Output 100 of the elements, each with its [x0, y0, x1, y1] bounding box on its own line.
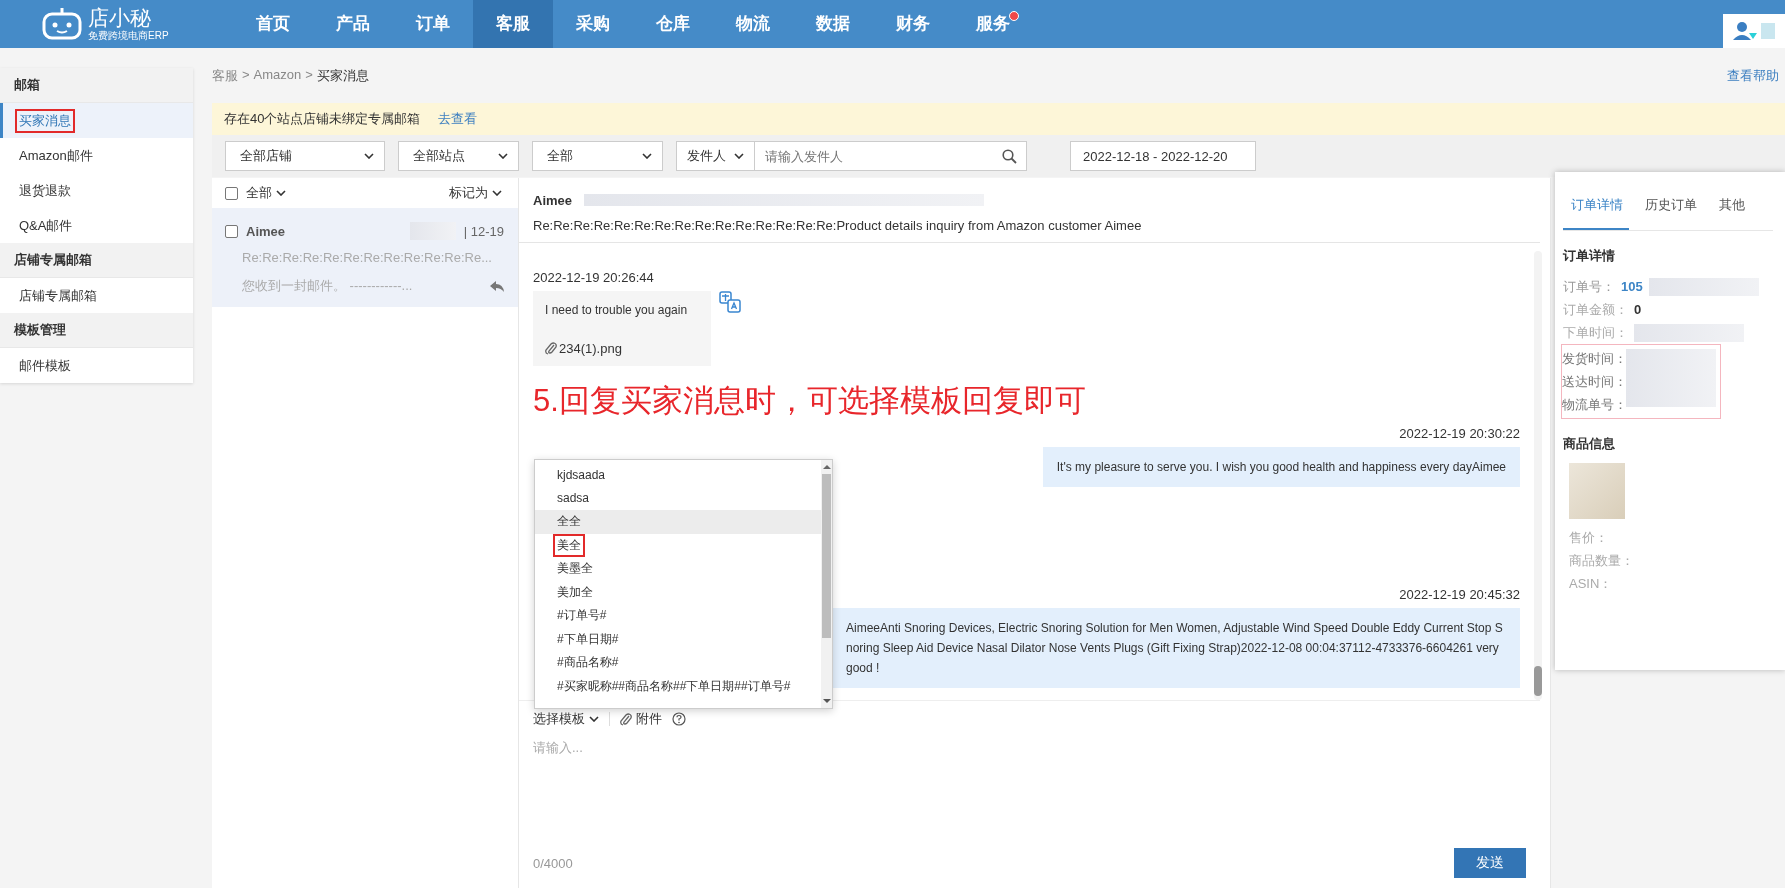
paperclip-icon [545, 342, 557, 355]
field-label: 下单时间： [1563, 323, 1628, 342]
user-menu[interactable] [1723, 14, 1785, 48]
template-option-label: 美墨全 [556, 560, 594, 578]
template-option-label: #订单号# [556, 607, 608, 625]
message-time: 2022-12-19 20:26:44 [533, 270, 655, 285]
sidebar-item-label: 买家消息 [15, 108, 75, 133]
template-option[interactable]: sadsa [535, 486, 821, 510]
help-link[interactable]: 查看帮助 [1727, 66, 1779, 85]
mail-sender: Aimee [246, 223, 287, 239]
sidebar-section-title: 模板管理 [0, 313, 193, 348]
nav-tab[interactable]: 数据 [793, 0, 873, 48]
sidebar-item[interactable]: 邮件模板 [0, 348, 193, 383]
nav-tab[interactable]: 物流 [713, 0, 793, 48]
breadcrumb-separator: > [242, 66, 250, 84]
template-option-label: sadsa [556, 490, 591, 508]
template-option[interactable]: #下单日期# [535, 627, 821, 651]
template-option-label: 美全 [553, 533, 585, 557]
sidebar-item[interactable]: 店铺专属邮箱 [0, 278, 193, 313]
conversation-sender: Aimee [533, 192, 573, 208]
sidebar-item[interactable]: 买家消息 [0, 103, 193, 138]
filter-select[interactable]: 全部站点 [398, 141, 519, 171]
nav-tab[interactable]: 财务 [873, 0, 953, 48]
template-option[interactable]: kjdsaada [535, 463, 821, 487]
chevron-down-icon [642, 153, 652, 159]
sidebar-item-label: 店铺专属邮箱 [18, 286, 98, 305]
template-option-label: #下单日期# [556, 630, 620, 648]
select-all-dropdown[interactable]: 全部 [246, 184, 286, 202]
template-option[interactable]: 美墨全 [535, 557, 821, 581]
order-tab[interactable]: 其他 [1711, 196, 1751, 230]
character-count: 0/4000 [533, 855, 573, 871]
field-label: 发货时间： [1562, 349, 1627, 368]
sidebar-item[interactable]: Amazon邮件 [0, 138, 193, 173]
date-range-field[interactable]: 2022-12-18 - 2022-12-20 [1070, 141, 1256, 171]
nav-tab[interactable]: 订单 [393, 0, 473, 48]
message-time: 2022-12-19 20:30:22 [1399, 426, 1520, 441]
scrollbar[interactable] [1534, 251, 1542, 700]
nav-tab[interactable]: 产品 [313, 0, 393, 48]
checkbox[interactable] [225, 224, 238, 238]
nav-tab[interactable]: 仓库 [633, 0, 713, 48]
mark-as-dropdown[interactable]: 标记为 [449, 184, 502, 202]
template-dropdown[interactable]: 选择模板 [533, 710, 599, 728]
field-label: ASIN： [1568, 575, 1614, 593]
template-option[interactable]: 美全 [535, 533, 821, 557]
nav-tab[interactable]: 首页 [233, 0, 313, 48]
sidebar-item-label: 退货退款 [18, 181, 72, 200]
breadcrumb-separator: > [305, 66, 313, 84]
checkbox[interactable] [225, 186, 238, 200]
field-label: 送达时间： [1562, 372, 1627, 391]
field-label: 订单号： [1563, 277, 1615, 296]
message-bubble: It's my pleasure to serve you. I wish you good health and happiness every dayAimee [1042, 447, 1520, 487]
template-option[interactable]: #订单号# [535, 604, 821, 628]
translate-icon[interactable] [719, 291, 741, 313]
chevron-down-icon [734, 153, 744, 159]
chevron-down-icon [498, 153, 508, 159]
nav-tab[interactable]: 客服 [473, 0, 553, 48]
section-title: 商品信息 [1563, 435, 1616, 453]
reply-icon [490, 280, 504, 292]
attachment-link[interactable]: 234(1).png [545, 341, 699, 356]
message-time: 2022-12-19 20:45:32 [1399, 587, 1520, 602]
order-number-link[interactable]: 105 [1621, 279, 1643, 294]
template-option-label: 美加全 [556, 583, 594, 601]
sidebar-item[interactable]: Q&A邮件 [0, 208, 193, 243]
scroll-down-arrow-icon[interactable] [822, 698, 831, 704]
send-button[interactable]: 发送 [1454, 848, 1526, 878]
annotation-text: 5.回复买家消息时，可选择模板回复即可 [533, 382, 1087, 420]
template-option-label: kjdsaada [556, 466, 607, 484]
nav-tab[interactable]: 采购 [553, 0, 633, 48]
template-option[interactable]: 美加全 [535, 580, 821, 604]
scrollbar[interactable] [821, 460, 832, 708]
message-text: I need to trouble you again [545, 303, 689, 317]
filter-select[interactable]: 全部 [532, 141, 663, 171]
attach-button[interactable]: 附件 [620, 710, 662, 728]
nav-tab[interactable]: 服务 [953, 0, 1033, 48]
template-option[interactable]: #商品名称# [535, 651, 821, 675]
filter-select[interactable]: 全部店铺 [225, 141, 385, 171]
redacted-block [1761, 23, 1775, 39]
order-tab[interactable]: 订单详情 [1563, 196, 1629, 230]
field-label: 售价： [1568, 529, 1609, 547]
field-label: 物流单号： [1562, 395, 1627, 414]
notice-text: 存在40个站点店铺未绑定专属邮箱 [224, 110, 421, 128]
template-option[interactable]: 全全 [535, 510, 821, 534]
logo-text: 店小秘 [88, 6, 152, 30]
field-label: 商品数量： [1568, 552, 1635, 570]
sender-select[interactable]: 发件人 [676, 141, 755, 171]
template-option-label: #商品名称# [556, 654, 620, 672]
conversation-subject: Re:Re:Re:Re:Re:Re:Re:Re:Re:Re:Re:Re:Re:Re:Re:Product details inquiry from Amazon customer Aimee [533, 218, 1143, 233]
logo-subtitle: 免费跨境电商ERP [88, 30, 169, 42]
chevron-down-icon [276, 190, 286, 196]
sidebar-item-label: Q&A邮件 [18, 216, 74, 235]
sidebar-section-title: 店铺专属邮箱 [0, 243, 193, 278]
search-icon[interactable] [1002, 149, 1017, 164]
scroll-up-arrow-icon[interactable] [822, 464, 831, 470]
order-tab[interactable]: 历史订单 [1637, 196, 1703, 230]
template-option[interactable]: #买家昵称##商品名称##下单日期##订单号# [535, 674, 821, 698]
sidebar-item[interactable]: 退货退款 [0, 173, 193, 208]
section-title: 订单详情 [1563, 247, 1616, 265]
help-icon[interactable] [672, 712, 686, 726]
notice-link[interactable]: 去查看 [438, 110, 478, 128]
sender-search-field[interactable]: 请输入发件人 [755, 141, 1027, 171]
